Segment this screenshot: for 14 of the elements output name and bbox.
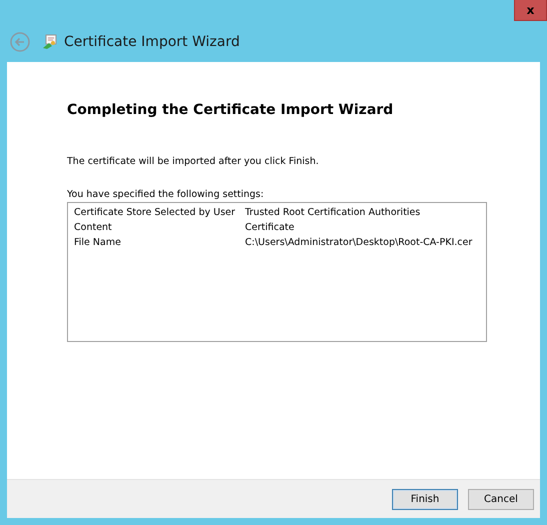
setting-value: C:\Users\Administrator\Desktop\Root-CA-PKI.cer xyxy=(245,237,474,248)
setting-value: Certificate xyxy=(245,222,296,233)
setting-name: Content xyxy=(74,222,113,233)
settings-label: You have specified the following settings: xyxy=(67,189,265,200)
page-heading: Completing the Certificate Import Wizard xyxy=(67,102,394,118)
finish-button[interactable]: Finish xyxy=(392,488,458,510)
close-button[interactable]: x xyxy=(514,0,547,21)
setting-name: File Name xyxy=(74,237,122,248)
setting-name: Certificate Store Selected by User xyxy=(74,207,236,218)
certificate-icon xyxy=(42,34,58,50)
window-title: Certificate Import Wizard xyxy=(64,34,240,50)
setting-value: Trusted Root Certification Authorities xyxy=(245,207,422,218)
intro-text: The certificate will be imported after you click Finish. xyxy=(67,156,320,167)
cancel-button[interactable]: Cancel xyxy=(468,488,534,510)
